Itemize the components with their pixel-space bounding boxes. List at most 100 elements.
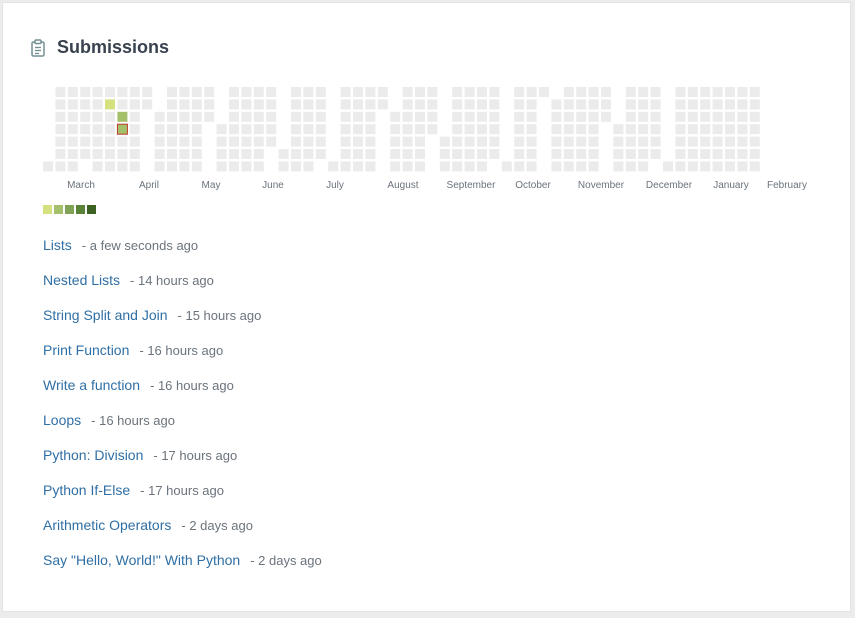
heatmap-cell[interactable] [377, 99, 388, 110]
heatmap-cell[interactable] [129, 87, 140, 97]
heatmap-cell[interactable] [439, 161, 450, 172]
heatmap-cell[interactable] [92, 161, 103, 172]
heatmap-cell[interactable] [725, 161, 735, 172]
heatmap-cell[interactable] [650, 99, 661, 110]
heatmap-cell[interactable] [526, 87, 537, 97]
heatmap-cell[interactable] [700, 111, 711, 122]
heatmap-cell[interactable] [204, 99, 215, 110]
heatmap-cell[interactable] [737, 111, 748, 122]
heatmap-cell[interactable] [154, 161, 165, 172]
heatmap-cell[interactable] [700, 136, 711, 147]
heatmap-cell[interactable] [638, 87, 649, 97]
heatmap-cell[interactable] [551, 111, 562, 122]
heatmap-cell[interactable] [315, 111, 326, 122]
heatmap-cell-active[interactable] [105, 99, 115, 110]
heatmap-cell[interactable] [253, 87, 264, 97]
heatmap-cell[interactable] [749, 149, 760, 159]
heatmap-cell[interactable] [625, 136, 636, 147]
submission-link[interactable]: Say "Hello, World!" With Python [43, 550, 240, 570]
heatmap-cell[interactable] [340, 124, 351, 135]
submission-link[interactable]: String Split and Join [43, 305, 168, 325]
heatmap-cell[interactable] [191, 161, 202, 172]
heatmap-cell[interactable] [353, 149, 363, 159]
heatmap-cell[interactable] [415, 111, 425, 122]
heatmap-cell[interactable] [315, 99, 326, 110]
heatmap-cell[interactable] [67, 111, 78, 122]
heatmap-cell[interactable] [576, 149, 587, 159]
heatmap-cell[interactable] [576, 136, 587, 147]
heatmap-cell[interactable] [712, 99, 723, 110]
heatmap-cell[interactable] [303, 124, 314, 135]
heatmap-cell[interactable] [526, 136, 537, 147]
heatmap-cell[interactable] [749, 136, 760, 147]
heatmap-cell[interactable] [80, 149, 91, 159]
heatmap-cell[interactable] [105, 136, 115, 147]
heatmap-cell[interactable] [625, 99, 636, 110]
heatmap-cell[interactable] [749, 111, 760, 122]
heatmap-cell[interactable] [514, 161, 525, 172]
heatmap-cell[interactable] [315, 87, 326, 97]
heatmap-cell[interactable] [129, 149, 140, 159]
heatmap-cell[interactable] [291, 111, 301, 122]
heatmap-cell[interactable] [489, 136, 500, 147]
heatmap-cell[interactable] [452, 136, 463, 147]
heatmap-cell[interactable] [477, 136, 487, 147]
heatmap-cell[interactable] [700, 124, 711, 135]
heatmap-cell[interactable] [638, 124, 649, 135]
heatmap-cell[interactable] [365, 87, 376, 97]
heatmap-cell[interactable] [551, 161, 562, 172]
heatmap-cell[interactable] [67, 161, 78, 172]
heatmap-cell[interactable] [477, 149, 487, 159]
heatmap-cell[interactable] [55, 87, 66, 97]
heatmap-cell[interactable] [526, 99, 537, 110]
heatmap-cell[interactable] [675, 111, 686, 122]
heatmap-cell[interactable] [117, 136, 128, 147]
heatmap-cell[interactable] [477, 87, 487, 97]
heatmap-cell[interactable] [489, 149, 500, 159]
heatmap-cell[interactable] [415, 99, 425, 110]
heatmap-cell[interactable] [402, 136, 413, 147]
heatmap-cell[interactable] [167, 149, 177, 159]
heatmap-cell[interactable] [576, 99, 587, 110]
heatmap-cell[interactable] [687, 87, 698, 97]
heatmap-cell[interactable] [167, 99, 177, 110]
submission-link[interactable]: Lists [43, 235, 72, 255]
heatmap-cell-active[interactable] [117, 111, 128, 122]
heatmap-cell[interactable] [266, 87, 277, 97]
heatmap-cell[interactable] [365, 149, 376, 159]
heatmap-cell[interactable] [266, 124, 277, 135]
heatmap-cell[interactable] [563, 87, 574, 97]
heatmap-cell[interactable] [725, 124, 735, 135]
heatmap-cell[interactable] [129, 124, 140, 135]
heatmap-cell[interactable] [576, 87, 587, 97]
heatmap-cell[interactable] [291, 136, 301, 147]
heatmap-cell[interactable] [67, 149, 78, 159]
heatmap-cell[interactable] [514, 99, 525, 110]
heatmap-cell[interactable] [675, 161, 686, 172]
heatmap-cell[interactable] [154, 111, 165, 122]
heatmap-cell[interactable] [241, 111, 252, 122]
heatmap-cell[interactable] [191, 111, 202, 122]
heatmap-cell[interactable] [464, 111, 475, 122]
heatmap-cell[interactable] [390, 111, 401, 122]
heatmap-cell[interactable] [551, 99, 562, 110]
heatmap-cell[interactable] [464, 124, 475, 135]
heatmap-cell[interactable] [551, 124, 562, 135]
heatmap-cell[interactable] [526, 161, 537, 172]
heatmap-cell[interactable] [687, 136, 698, 147]
heatmap-cell[interactable] [43, 161, 53, 172]
heatmap-cell[interactable] [402, 161, 413, 172]
heatmap-cell[interactable] [514, 124, 525, 135]
heatmap-cell[interactable] [328, 161, 339, 172]
heatmap-cell[interactable] [390, 149, 401, 159]
heatmap-cell[interactable] [340, 87, 351, 97]
heatmap-cell[interactable] [464, 99, 475, 110]
heatmap-cell[interactable] [179, 99, 190, 110]
heatmap-cell[interactable] [291, 99, 301, 110]
heatmap-cell[interactable] [129, 161, 140, 172]
heatmap-cell[interactable] [427, 99, 438, 110]
submission-link[interactable]: Python: Division [43, 445, 143, 465]
heatmap-cell[interactable] [353, 87, 363, 97]
heatmap-cell[interactable] [154, 149, 165, 159]
heatmap-cell[interactable] [253, 99, 264, 110]
